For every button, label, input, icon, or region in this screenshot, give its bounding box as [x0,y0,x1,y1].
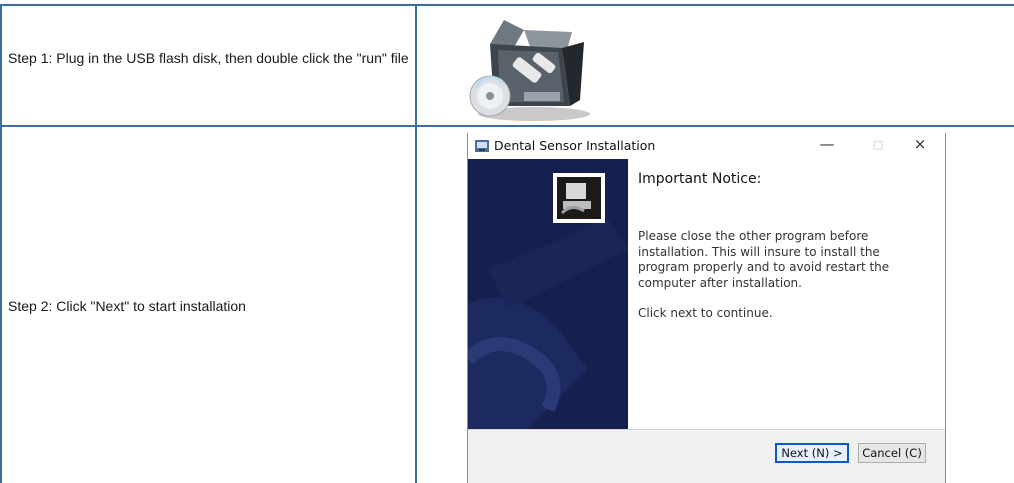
window-title: Dental Sensor Installation [494,138,656,153]
minimize-icon[interactable]: — [815,135,839,153]
next-button[interactable]: Next (N) > [775,443,849,463]
instruction-table: Step 1: Plug in the USB flash disk, then… [0,0,1014,483]
maximize-icon[interactable]: □ [866,138,890,151]
footer-divider [468,429,945,430]
notice-body: Please close the other program before in… [638,229,890,290]
title-bar[interactable]: Dental Sensor Installation — □ × [468,133,945,159]
notice-heading: Important Notice: [638,171,762,187]
table-border-left [0,4,2,483]
installer-app-icon [474,139,490,153]
installer-window: Dental Sensor Installation — □ × Importa… [467,133,946,483]
step-2-text: Step 2: Click "Next" to start installati… [8,298,246,314]
table-border-top [0,4,1014,6]
installer-sidebar-graphic [468,159,628,429]
table-row-divider [0,125,1014,127]
product-box-image [462,14,592,122]
step-1-text: Step 1: Plug in the USB flash disk, then… [8,50,409,66]
table-column-divider [415,4,417,483]
installer-content: Important Notice: Please close the other… [628,159,945,429]
continue-instruction: Click next to continue. [638,306,773,320]
cancel-button[interactable]: Cancel (C) [858,443,926,463]
close-icon[interactable]: × [908,135,932,153]
